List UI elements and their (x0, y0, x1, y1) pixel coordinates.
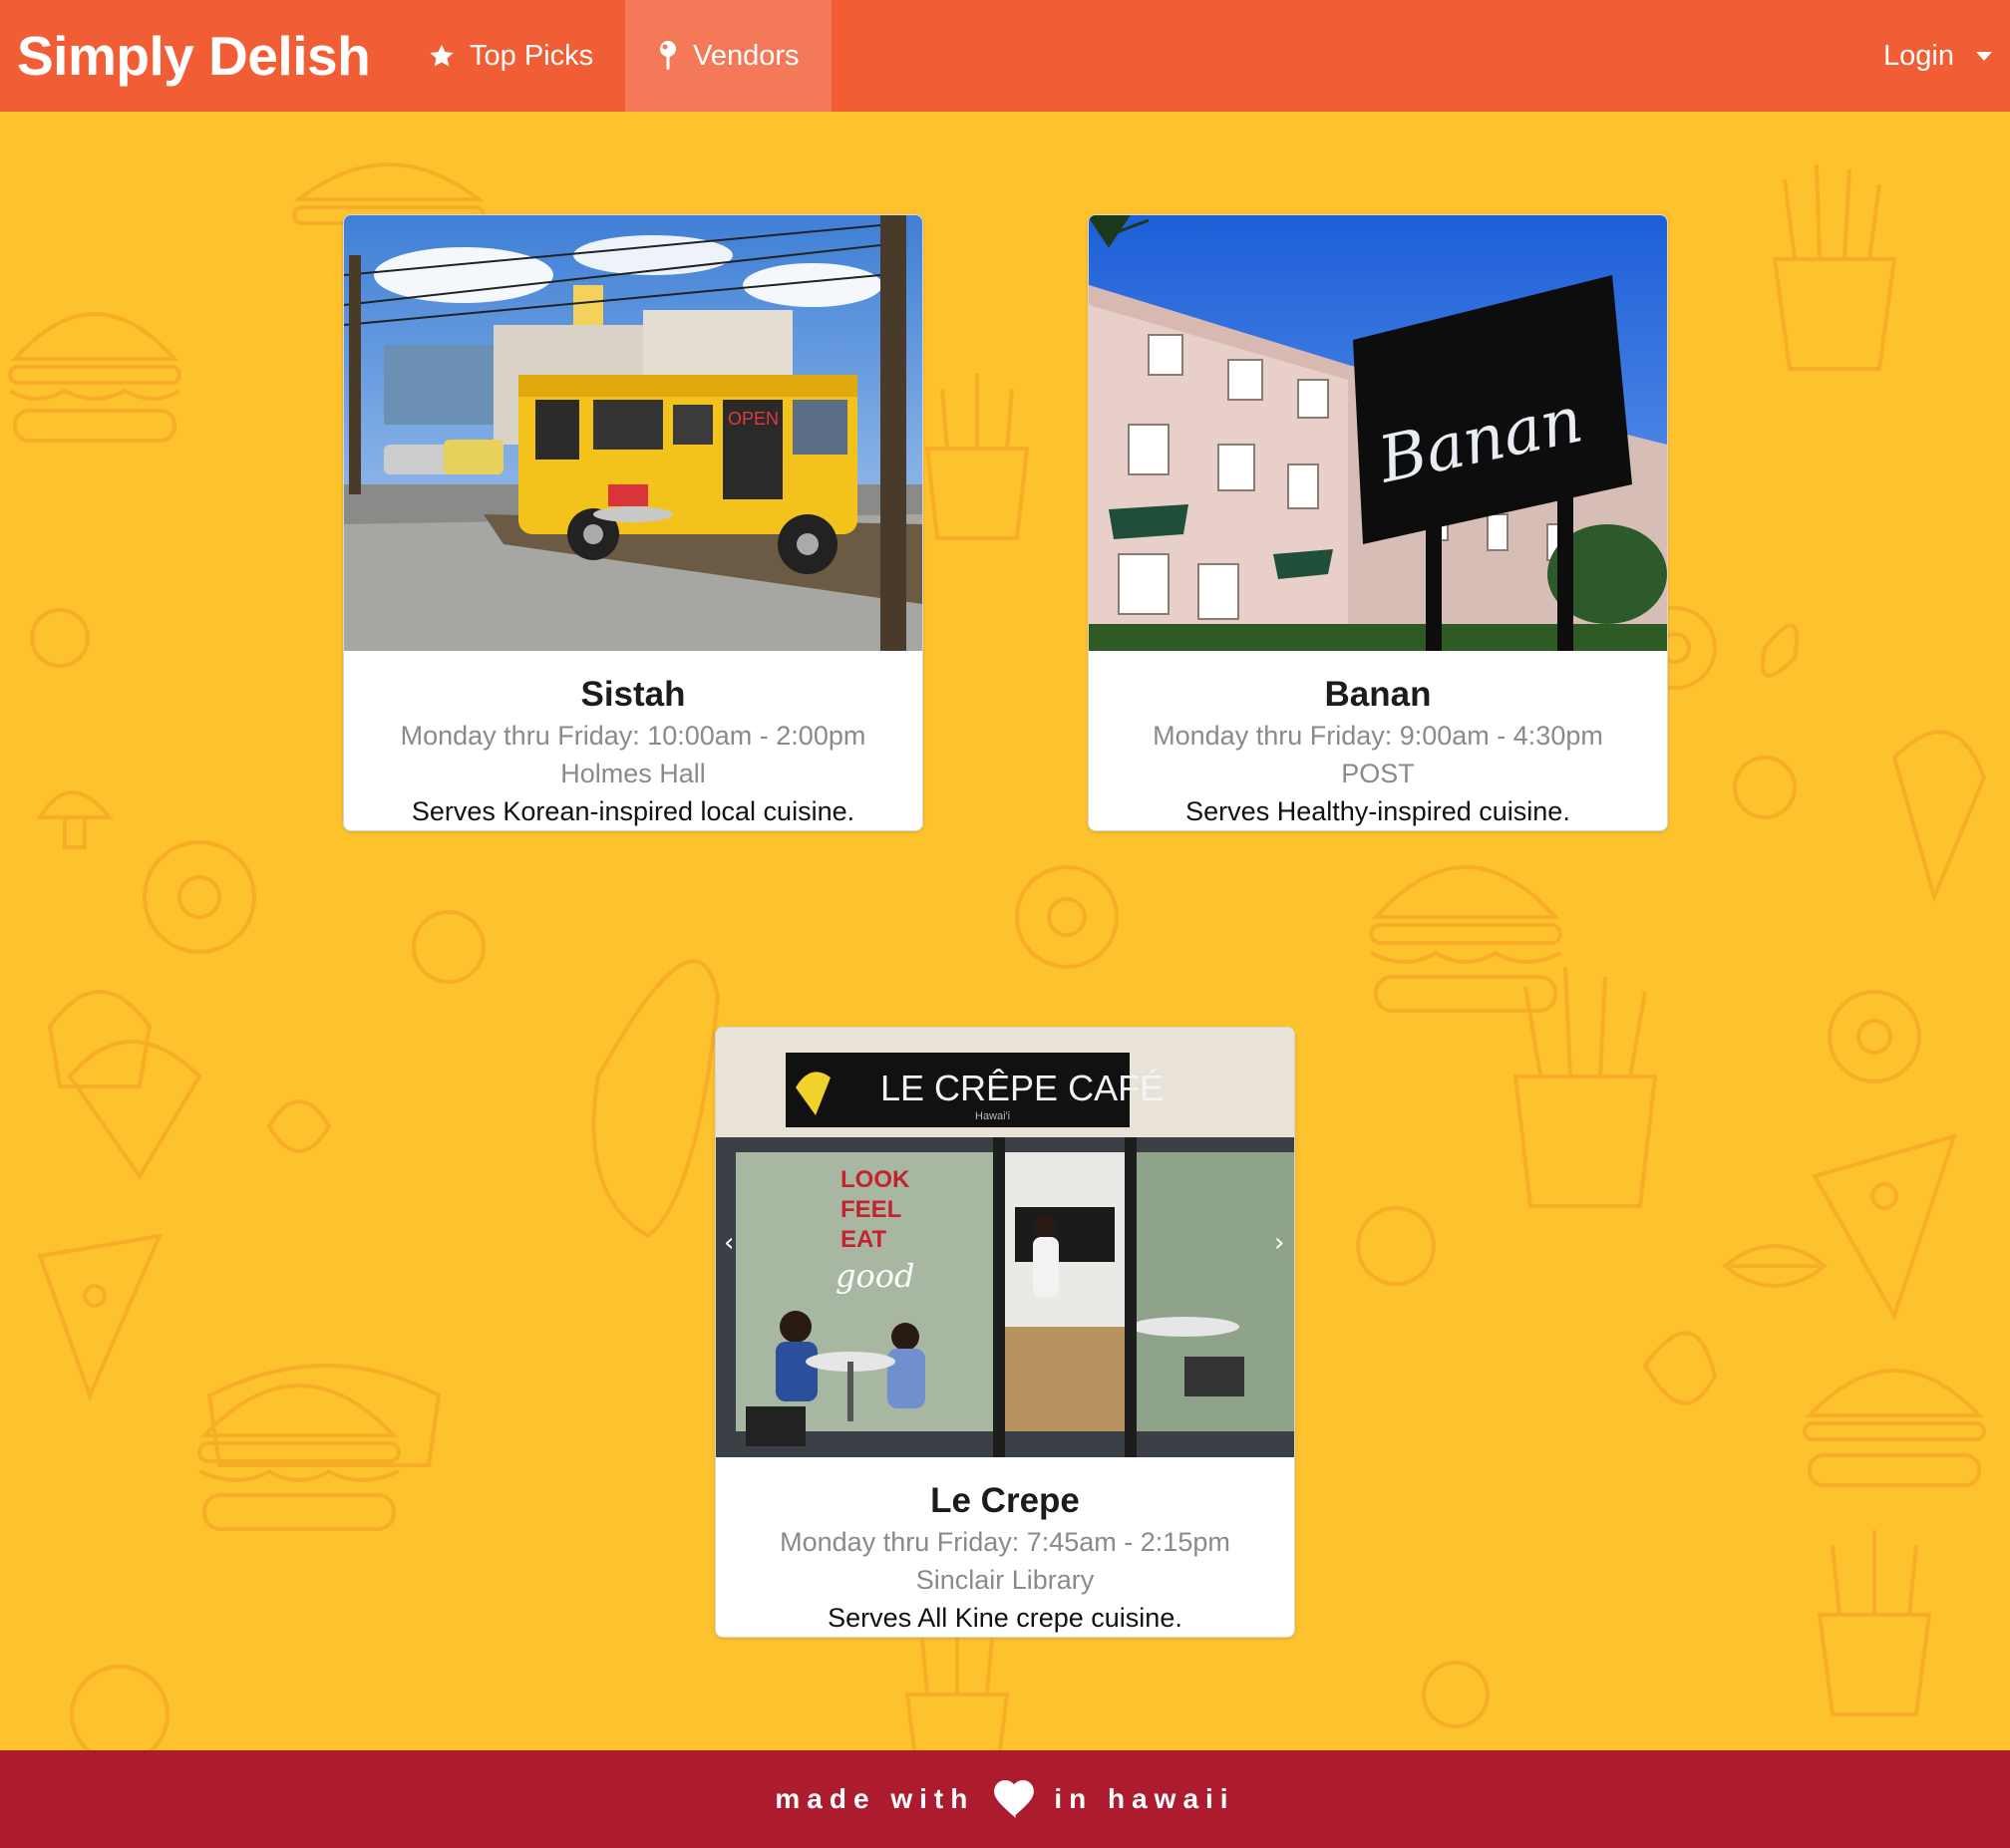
caret-down-icon (1976, 51, 1992, 61)
nav-vendors[interactable]: Vendors (625, 0, 832, 112)
window-text-feel: FEEL (840, 1196, 901, 1223)
crepe-sign-subtext: Hawai'i (975, 1110, 1010, 1122)
footer-text-after: in hawaii (1054, 1783, 1235, 1814)
window-text-eat: EAT (840, 1226, 887, 1253)
vendor-card[interactable]: OPEN Sistah Monday thru Friday: 10:00am … (343, 214, 923, 831)
vendor-photo: Banan (1089, 215, 1667, 651)
carousel-prev-icon[interactable]: ‹ (724, 1228, 734, 1258)
window-text-look: LOOK (840, 1166, 910, 1193)
map-pin-icon (657, 40, 679, 72)
vendor-location: Sinclair Library (915, 1565, 1095, 1595)
login-dropdown[interactable]: Login (1883, 0, 1992, 112)
brand-logo[interactable]: Simply Delish (17, 24, 416, 88)
login-label: Login (1883, 39, 1954, 72)
footer-text-before: made with (775, 1783, 975, 1814)
carousel-next-icon[interactable]: › (1274, 1228, 1284, 1258)
vendor-name: Le Crepe (930, 1481, 1080, 1520)
vendor-hours: Monday thru Friday: 7:45am - 2:15pm (780, 1527, 1230, 1557)
vendor-card[interactable]: LE CRÊPE CAFÉ Hawai'i LOOK FEEL EAT good… (715, 1027, 1295, 1638)
vendor-description: Serves Healthy-inspired cuisine. (1185, 796, 1570, 826)
nav-top-picks-label: Top Picks (470, 39, 594, 72)
vendor-name: Sistah (580, 675, 686, 714)
navbar: Simply Delish Top Picks Vendors Login (0, 0, 2010, 112)
vendor-hours: Monday thru Friday: 9:00am - 4:30pm (1153, 721, 1603, 751)
vendor-location: Holmes Hall (560, 759, 706, 788)
vendor-card[interactable]: Banan Banan Monday thru Friday: 9:00am -… (1088, 214, 1668, 831)
footer: made with in hawaii (0, 1750, 2010, 1848)
vendor-photo: LE CRÊPE CAFÉ Hawai'i LOOK FEEL EAT good… (716, 1028, 1294, 1457)
svg-text:OPEN: OPEN (728, 409, 779, 429)
vendor-description: Serves Korean-inspired local cuisine. (411, 796, 855, 826)
vendor-description: Serves All Kine crepe cuisine. (828, 1603, 1182, 1633)
heart-icon (992, 1780, 1036, 1818)
vendor-photo: OPEN (344, 215, 922, 651)
nav-vendors-label: Vendors (693, 39, 800, 72)
vendor-location: POST (1341, 759, 1415, 788)
nav-top-picks[interactable]: Top Picks (396, 0, 625, 112)
vendor-hours: Monday thru Friday: 10:00am - 2:00pm (400, 721, 866, 751)
vendor-name: Banan (1324, 675, 1432, 714)
window-text-good: good (836, 1257, 915, 1295)
star-icon (428, 43, 456, 70)
crepe-sign-text: LE CRÊPE CAFÉ (880, 1068, 1164, 1108)
